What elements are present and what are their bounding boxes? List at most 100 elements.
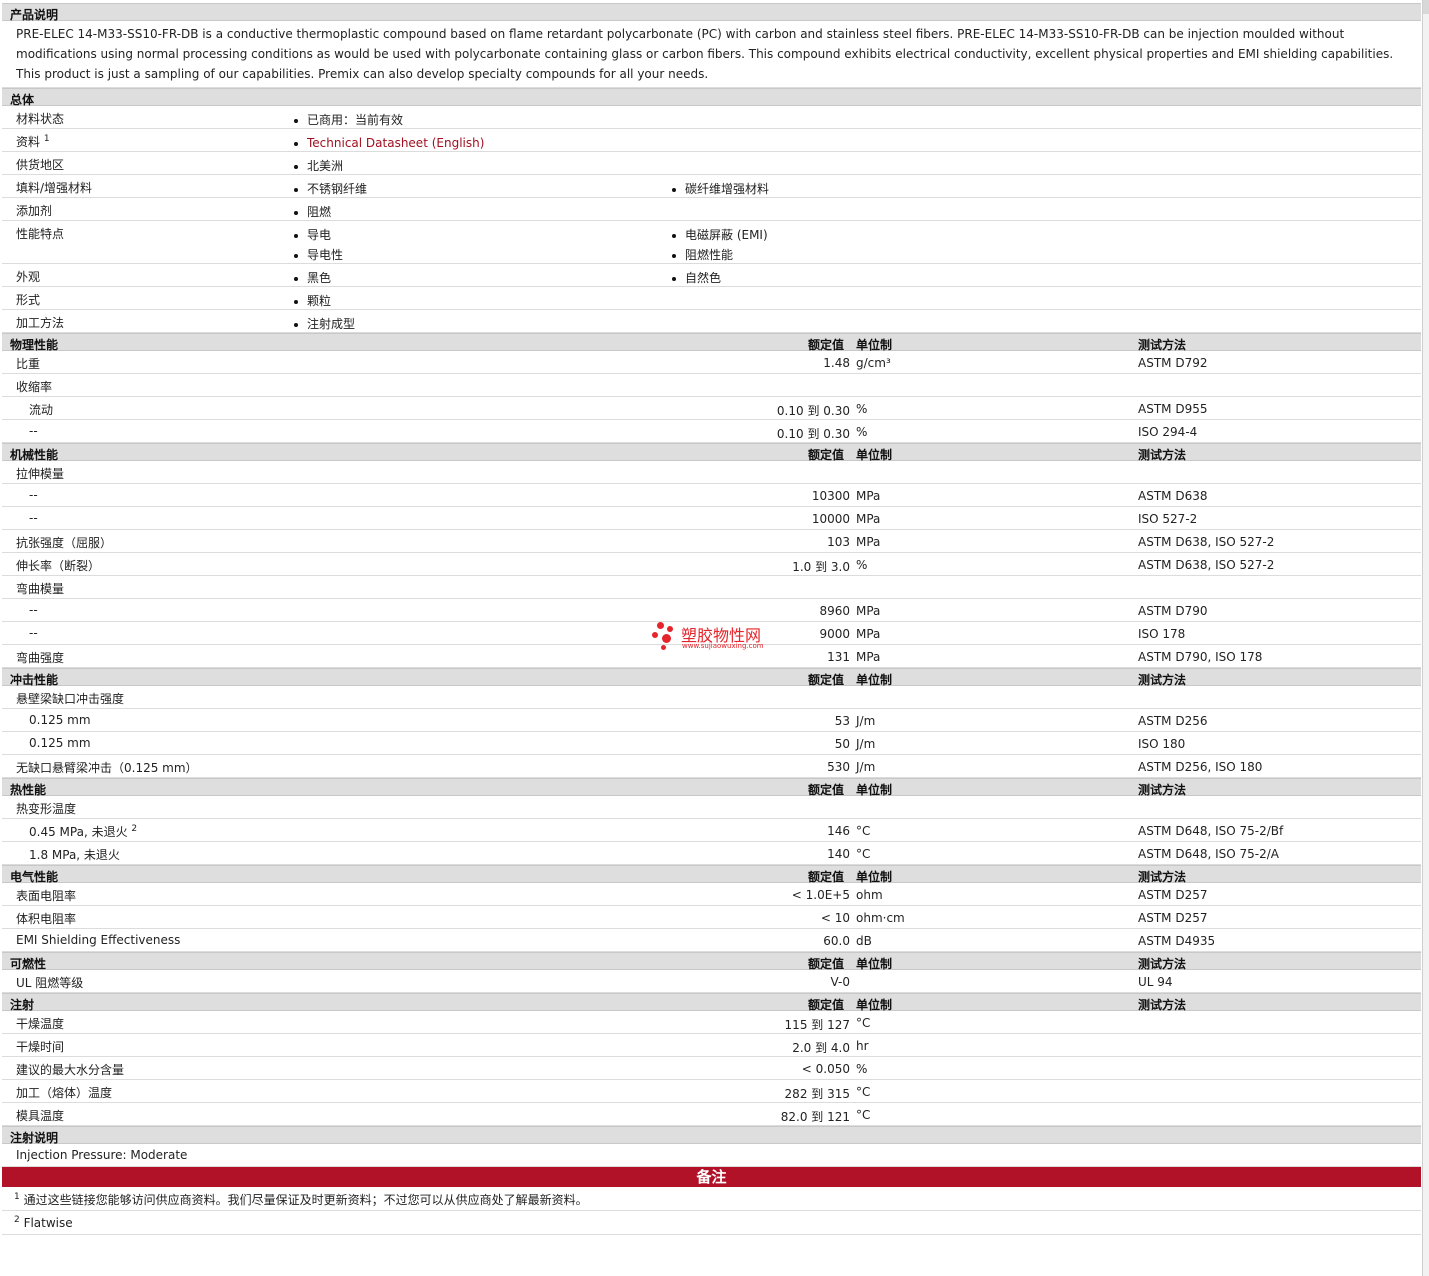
property-unit: J/m [856, 714, 876, 728]
section-header: 电气性能 额定值 单位制 测试方法 [2, 865, 1421, 884]
property-unit: % [856, 425, 868, 439]
logo-dot [662, 634, 671, 643]
remark-note: 2 Flatwise [2, 1211, 1421, 1235]
property-row: 体积电阻率 < 10 ohm·cm ASTM D257 [2, 906, 1421, 929]
general-row: 性能特点 导电 导电性 电磁屏蔽 (EMI) 阻燃性能 [2, 221, 1421, 264]
property-row: 表面电阻率 < 1.0E+5 ohm ASTM D257 [2, 883, 1421, 906]
row-label-text: 填料/增强材料 [16, 181, 93, 195]
property-unit: MPa [856, 489, 881, 503]
property-label-text: 拉伸模量 [16, 467, 65, 481]
row-label-text: 性能特点 [16, 227, 65, 241]
property-unit: J/m [856, 760, 876, 774]
value-column: 导电 导电性 [292, 225, 343, 265]
property-label: 流动 [29, 401, 53, 418]
general-row: 供货地区 北美洲 [2, 152, 1421, 175]
datasheet: 产品说明 PRE-ELEC 14-M33-SS10-FR-DB is a con… [2, 3, 1421, 1235]
row-label: 添加剂 [16, 202, 52, 219]
property-label-text: 收缩率 [16, 380, 53, 394]
property-label: -- [29, 424, 38, 438]
watermark-url: www.sujiaowuxing.com [682, 642, 764, 650]
property-row: 伸长率（断裂） 1.0 到 3.0% ASTM D638, ISO 527-2 [2, 553, 1421, 576]
property-sections: 物理性能 额定值 单位制 测试方法 比重 1.48 g/cm³ ASTM D792 收缩率流动 0… [2, 333, 1421, 1126]
property-row: 抗张强度（屈服） 103 MPa ASTM D638, ISO 527-2 [2, 530, 1421, 553]
property-value: 60.0 [823, 934, 850, 948]
property-label-text: 模具温度 [16, 1109, 65, 1123]
property-value: 115 到 127 [784, 1018, 850, 1032]
property-value: 2.0 到 4.0 [792, 1041, 850, 1055]
value-column: 碳纤维增强材料 [670, 179, 769, 199]
datasheet-link[interactable]: Technical Datasheet (English) [292, 133, 484, 153]
section-header: 物理性能 额定值 单位制 测试方法 [2, 333, 1421, 352]
property-unit: °C [856, 1108, 871, 1122]
property-value: < 0.050 [801, 1062, 850, 1076]
property-row: 弯曲模量 [2, 576, 1421, 599]
property-label-text: -- [29, 424, 38, 438]
row-label-text: 添加剂 [16, 204, 53, 218]
section-header: 热性能 额定值 单位制 测试方法 [2, 778, 1421, 797]
value-column: 阻燃 [292, 202, 331, 222]
property-test-method: ASTM D648, ISO 75-2/A [1138, 847, 1279, 861]
property-label: 收缩率 [16, 378, 52, 395]
property-unit: MPa [856, 604, 881, 618]
property-row: -- 0.10 到 0.30% ISO 294-4 [2, 420, 1421, 443]
logo-dot [652, 632, 658, 638]
value-column: 注射成型 [292, 314, 355, 334]
product-description: PRE-ELEC 14-M33-SS10-FR-DB is a conducti… [2, 21, 1421, 88]
property-label: 表面电阻率 [16, 887, 76, 904]
property-label-text: 表面电阻率 [16, 889, 77, 903]
property-unit: % [856, 1062, 868, 1076]
row-label-text: 供货地区 [16, 158, 65, 172]
property-label: 干燥时间 [16, 1038, 64, 1055]
property-unit: % [856, 558, 868, 572]
vertical-scrollbar[interactable] [1422, 0, 1429, 1276]
property-label-text: 无缺口悬臂梁冲击（0.125 mm） [16, 761, 198, 775]
property-row: -- 8960 MPa ASTM D790 [2, 599, 1421, 622]
section-header-injection-notes: 注射说明 [2, 1126, 1421, 1145]
property-label-text: 伸长率（断裂） [16, 559, 101, 573]
row-label: 填料/增强材料 [16, 179, 92, 196]
property-label-text: 加工（熔体）温度 [16, 1086, 113, 1100]
property-row: 比重 1.48 g/cm³ ASTM D792 [2, 351, 1421, 374]
property-value: 1.48 [823, 356, 850, 370]
property-label: 体积电阻率 [16, 910, 76, 927]
property-row: 悬壁梁缺口冲击强度 [2, 686, 1421, 709]
property-unit: MPa [856, 627, 881, 641]
property-row: -- 10000 MPa ISO 527-2 [2, 507, 1421, 530]
property-test-method: ASTM D256, ISO 180 [1138, 760, 1263, 774]
property-label-text: 1.8 MPa, 未退火 [29, 848, 120, 862]
general-row: 材料状态 已商用：当前有效 [2, 106, 1421, 129]
property-test-method: ASTM D638, ISO 527-2 [1138, 558, 1275, 572]
property-row: 拉伸模量 [2, 461, 1421, 484]
row-label-text: 形式 [16, 293, 41, 307]
property-unit: dB [856, 934, 872, 948]
property-label-text: 0.125 mm [29, 713, 91, 727]
row-label-text: 外观 [16, 270, 41, 284]
remark-note-line: 1 通过这些链接您能够访问供应商资料。我们尽量保证及时更新资料；不过您可以从供应… [14, 1191, 588, 1208]
property-test-method: ISO 294-4 [1138, 425, 1198, 439]
property-value: 82.0 到 121 [780, 1110, 850, 1124]
value-column: 已商用：当前有效 [292, 110, 403, 130]
value-column: 不锈钢纤维 [292, 179, 367, 199]
general-row: 形式 颗粒 [2, 287, 1421, 310]
row-label: 外观 [16, 268, 40, 285]
property-row: 1.8 MPa, 未退火 140 °C ASTM D648, ISO 75-2/A [2, 842, 1421, 865]
property-value: < 10 [820, 911, 850, 925]
row-label: 性能特点 [16, 225, 64, 242]
property-label: 无缺口悬臂梁冲击（0.125 mm） [16, 759, 198, 776]
property-label-text: -- [29, 626, 38, 640]
property-unit: °C [856, 847, 871, 861]
value-column: Technical Datasheet (English) [292, 133, 484, 153]
property-value: 140 [827, 847, 850, 861]
property-label: -- [29, 603, 38, 617]
property-value: 10300 [811, 489, 850, 503]
property-value: 10000 [811, 512, 850, 526]
section-header: 可燃性 额定值 单位制 测试方法 [2, 952, 1421, 971]
property-test-method: ASTM D638, ISO 527-2 [1138, 535, 1275, 549]
watermark-logo: 塑胶物性网 www.sujiaowuxing.com [651, 620, 791, 654]
logo-dot [657, 622, 664, 629]
row-label: 供货地区 [16, 156, 64, 173]
property-value: 0.10 到 0.30 [776, 404, 850, 418]
property-label: 伸长率（断裂） [16, 557, 100, 574]
scrollbar-thumb[interactable] [1423, 0, 1429, 14]
property-row: 0.125 mm 50 J/m ISO 180 [2, 732, 1421, 755]
